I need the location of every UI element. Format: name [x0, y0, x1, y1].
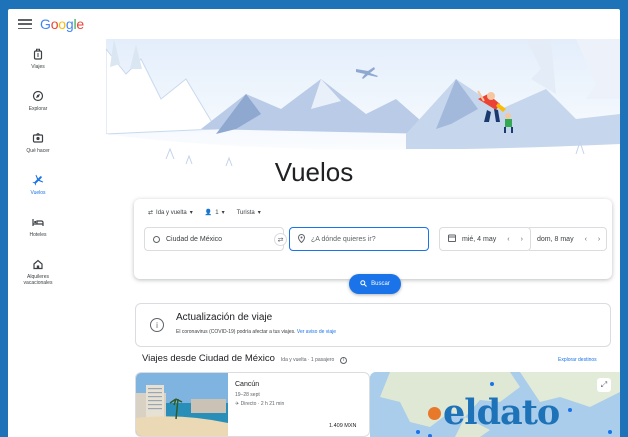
destination-price: 1.409 MXN — [329, 423, 357, 429]
return-date-value: dom, 8 may — [537, 235, 574, 243]
hero-illustration — [105, 39, 620, 174]
destination-dates: 19–28 sept — [235, 392, 260, 398]
update-text: El coronavirus (COVID-19) podría afectar… — [176, 329, 336, 335]
destination-field[interactable]: ¿A dónde quieres ir? — [289, 227, 429, 251]
caret-down-icon: ▾ — [221, 210, 225, 216]
small-flight-icon: ✈ — [235, 401, 240, 407]
destination-input[interactable]: ¿A dónde quieres ir? — [311, 236, 376, 243]
travel-advisory-link[interactable]: Ver aviso de viaje — [297, 329, 336, 335]
explore-icon — [31, 89, 45, 103]
swap-locations-button[interactable]: ⇄ — [274, 233, 287, 246]
sidebar-item-explorar[interactable]: Explorar — [8, 85, 68, 127]
destination-flight-info: ✈ Directo · 2 h 21 min — [235, 401, 284, 407]
house-icon — [31, 257, 45, 271]
cabin-class-value: Turista — [236, 209, 255, 216]
update-body: El coronavirus (COVID-19) podría afectar… — [176, 329, 296, 335]
destination-name: Cancún — [235, 381, 260, 388]
update-title: Actualización de viaje — [176, 312, 273, 323]
return-date-field[interactable]: dom, 8 may ‹ › — [529, 227, 607, 251]
depart-date-value: mié, 4 may — [462, 235, 497, 243]
chevron-left-icon[interactable]: ‹ — [507, 236, 509, 243]
flight-search-card: ⇄ Ida y vuelta ▾ 👤 1 ▾ Turista ▾ Ciudad … — [134, 199, 612, 279]
passengers-select[interactable]: 👤 1 ▾ — [204, 209, 225, 217]
trip-type-select[interactable]: ⇄ Ida y vuelta ▾ — [148, 209, 193, 217]
chevron-right-icon[interactable]: › — [598, 236, 600, 243]
destinations-section-header: Viajes desde Ciudad de México Ida y vuel… — [142, 353, 348, 364]
sidebar-item-label: Vuelos — [30, 190, 46, 196]
destination-photo — [136, 373, 228, 436]
passengers-value: 1 — [215, 209, 219, 216]
section-subtitle: Ida y vuelta · 1 pasajero — [280, 357, 335, 363]
info-icon: i — [150, 318, 164, 332]
section-title: Viajes desde Ciudad de México — [142, 353, 275, 364]
caret-down-icon: ▾ — [257, 210, 261, 216]
watermark-text: eldato — [443, 392, 560, 433]
origin-field[interactable]: Ciudad de México — [144, 227, 284, 251]
origin-circle-icon — [153, 235, 160, 243]
chevron-right-icon[interactable]: › — [521, 236, 523, 243]
hamburger-menu-icon[interactable] — [18, 19, 32, 29]
camera-icon — [31, 131, 45, 145]
destination-card-cancun[interactable]: Cancún 19–28 sept ✈ Directo · 2 h 21 min… — [135, 372, 370, 437]
explore-destinations-link[interactable]: Explorar destinos — [558, 357, 597, 363]
sidebar-item-label: Hoteles — [29, 232, 47, 238]
chevron-left-icon[interactable]: ‹ — [585, 236, 587, 243]
fullscreen-icon[interactable]: ⤢ — [597, 378, 611, 392]
swap-arrows-icon: ⇄ — [148, 210, 154, 216]
watermark-dot — [428, 406, 441, 420]
sidebar-item-viajes[interactable]: Viajes — [8, 43, 68, 85]
location-pin-icon — [297, 233, 306, 245]
cabin-class-select[interactable]: Turista ▾ — [236, 209, 261, 217]
origin-value: Ciudad de México — [166, 235, 223, 243]
page-title: Vuelos — [274, 157, 354, 187]
bed-icon — [31, 215, 45, 229]
browser-page: Google Viajes Explorar Qué hacer Vuelos — [8, 9, 620, 437]
trip-type-value: Ida y vuelta — [156, 209, 187, 216]
info-circle-icon[interactable]: i — [340, 357, 348, 364]
sidebar-item-hoteles[interactable]: Hoteles — [8, 211, 68, 253]
search-icon — [360, 279, 368, 289]
search-options-row: ⇄ Ida y vuelta ▾ 👤 1 ▾ Turista ▾ — [148, 209, 261, 217]
logo-letter: o — [58, 16, 66, 32]
flight-duration: Directo · 2 h 21 min — [240, 401, 285, 407]
calendar-icon — [448, 234, 456, 244]
person-icon: 👤 — [204, 210, 213, 216]
top-bar: Google — [8, 9, 620, 39]
search-button[interactable]: Buscar — [349, 274, 401, 294]
sidebar-item-alquileres[interactable]: Alquileres vacacionales — [8, 253, 68, 295]
luggage-icon — [31, 47, 45, 61]
depart-date-field[interactable]: mié, 4 may ‹ › — [439, 227, 531, 251]
sidebar-item-label: Alquileres vacacionales — [23, 274, 53, 286]
google-logo[interactable]: Google — [40, 16, 84, 32]
logo-letter: G — [40, 16, 51, 32]
sidebar-item-label: Qué hacer — [26, 148, 50, 154]
caret-down-icon: ▾ — [189, 210, 193, 216]
logo-letter: e — [76, 16, 84, 32]
search-button-label: Buscar — [371, 281, 390, 287]
travel-update-card: i Actualización de viaje El coronavirus … — [135, 303, 611, 347]
sidebar-item-label: Viajes — [31, 64, 45, 70]
sidebar-item-label: Explorar — [28, 106, 48, 112]
eldato-watermark: eldato — [428, 392, 560, 433]
